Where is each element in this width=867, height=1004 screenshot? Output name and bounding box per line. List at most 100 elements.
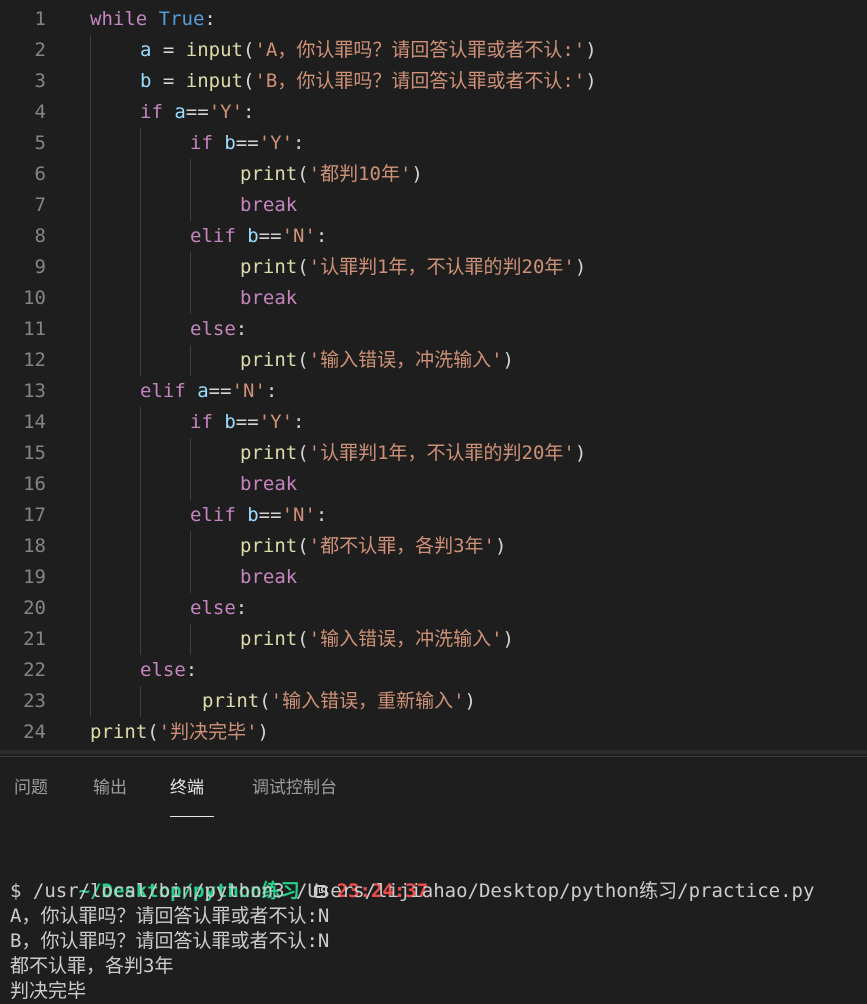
code-content[interactable]: else:	[190, 593, 247, 624]
code-line[interactable]: 10 break	[0, 283, 867, 314]
code-content[interactable]: if b=='Y':	[190, 128, 304, 159]
code-line[interactable]: 3 b = input('B，你认罪吗？请回答认罪或者不认:')	[0, 66, 867, 97]
code-line[interactable]: 15 print('认罪判1年，不认罪的判20年')	[0, 438, 867, 469]
code-line[interactable]: 17 elif b=='N':	[0, 500, 867, 531]
code-content[interactable]: break	[240, 190, 297, 221]
code-content[interactable]: print('判决完毕')	[90, 717, 269, 748]
punctuation-token: (	[297, 442, 309, 464]
punctuation-token: :	[185, 659, 198, 681]
code-line[interactable]: 1 while True:	[0, 4, 867, 35]
line-number: 8	[34, 225, 46, 247]
code-content[interactable]: print('输入错误，重新输入')	[202, 686, 476, 717]
tab-problems[interactable]: 问题	[14, 757, 48, 817]
indent-guide	[140, 686, 141, 717]
code-line[interactable]: 21 print('输入错误，冲洗输入')	[0, 624, 867, 655]
editor-scrollbar[interactable]	[0, 750, 867, 754]
code-content[interactable]: break	[240, 562, 297, 593]
keyword-token: break	[240, 473, 298, 495]
variable-token: b	[224, 411, 236, 433]
code-line[interactable]: 14 if b=='Y':	[0, 407, 867, 438]
tab-debug-console[interactable]: 调试控制台	[252, 757, 337, 817]
tab-output[interactable]: 输出	[93, 757, 127, 817]
code-content[interactable]: else:	[190, 314, 247, 345]
code-content[interactable]: b = input('B，你认罪吗？请回答认罪或者不认:')	[140, 66, 597, 97]
code-content[interactable]: print('认罪判1年，不认罪的判20年')	[240, 252, 586, 283]
line-number: 22	[23, 659, 46, 681]
code-content[interactable]: print('输入错误，冲洗输入')	[240, 345, 514, 376]
code-editor[interactable]: 1 while True: 2 a = input('A，你认罪吗？请回答认罪或者不认…	[0, 0, 867, 750]
variable-token: a	[174, 101, 186, 123]
keyword-token: break	[240, 566, 298, 588]
variable-token: b	[224, 132, 236, 154]
function-token: input	[185, 70, 243, 92]
code-line[interactable]: 2 a = input('A，你认罪吗？请回答认罪或者不认:')	[0, 35, 867, 66]
code-line[interactable]: 11 else:	[0, 314, 867, 345]
code-line[interactable]: 23 print('输入错误，重新输入')	[0, 686, 867, 717]
line-number: 11	[23, 318, 46, 340]
code-content[interactable]: while True:	[90, 4, 216, 35]
code-content[interactable]: elif a=='N':	[140, 376, 277, 407]
terminal-output-line: A，你认罪吗？请回答认罪或者不认:N	[10, 905, 330, 927]
code-content[interactable]: if a=='Y':	[140, 97, 254, 128]
keyword-token: else	[140, 659, 186, 681]
punctuation-token: (	[259, 690, 271, 712]
code-line[interactable]: 20 else:	[0, 593, 867, 624]
code-content[interactable]: print('输入错误，冲洗输入')	[240, 624, 514, 655]
code-line[interactable]: 4 if a=='Y':	[0, 97, 867, 128]
function-token: print	[240, 163, 298, 185]
variable-token: a	[197, 380, 209, 402]
code-line[interactable]: 16 break	[0, 469, 867, 500]
code-line[interactable]: 19 break	[0, 562, 867, 593]
line-number: 19	[23, 566, 46, 588]
line-number: 20	[23, 597, 46, 619]
indent-guide	[190, 531, 191, 593]
punctuation-token: ==	[258, 225, 282, 247]
code-content[interactable]: else:	[140, 655, 197, 686]
code-content[interactable]: elif b=='N':	[190, 500, 327, 531]
punctuation-token: :	[265, 380, 278, 402]
code-content[interactable]: print('认罪判1年，不认罪的判20年')	[240, 438, 586, 469]
terminal-output-line: B，你认罪吗？请回答认罪或者不认:N	[10, 930, 330, 952]
code-content[interactable]: print('都判10年')	[240, 159, 423, 190]
code-line[interactable]: 9 print('认罪判1年，不认罪的判20年')	[0, 252, 867, 283]
code-line[interactable]: 12 print('输入错误，冲洗输入')	[0, 345, 867, 376]
code-line[interactable]: 18 print('都不认罪，各判3年')	[0, 531, 867, 562]
string-token: '都不认罪，各判3年'	[308, 535, 495, 557]
line-number: 9	[34, 256, 46, 278]
string-token: 'A，你认罪吗？请回答认罪或者不认:'	[254, 39, 586, 61]
line-number: 5	[34, 132, 46, 154]
line-number: 13	[23, 380, 46, 402]
line-number: 10	[23, 287, 46, 309]
punctuation-token: :	[293, 411, 305, 433]
terminal-command: $ /usr/local/bin/python3 /Users/lijiahao…	[10, 880, 815, 902]
variable-token: b	[140, 70, 152, 92]
indent-guide	[140, 128, 141, 376]
code-line[interactable]: 6 print('都判10年')	[0, 159, 867, 190]
code-line[interactable]: 24 print('判决完毕')	[0, 717, 867, 748]
code-content[interactable]: a = input('A，你认罪吗？请回答认罪或者不认:')	[140, 35, 597, 66]
code-line[interactable]: 13 elif a=='N':	[0, 376, 867, 407]
punctuation-token: )	[502, 628, 514, 650]
code-line[interactable]: 7 break	[0, 190, 867, 221]
code-line[interactable]: 5 if b=='Y':	[0, 128, 867, 159]
code-content[interactable]: if b=='Y':	[190, 407, 304, 438]
punctuation-token: )	[494, 535, 507, 557]
keyword-token: else	[190, 597, 236, 619]
keyword-token: break	[240, 194, 298, 216]
string-token: 'N'	[231, 380, 266, 402]
punctuation-token: =	[151, 39, 186, 61]
code-content[interactable]: break	[240, 469, 297, 500]
keyword-token: while	[90, 8, 148, 30]
code-line[interactable]: 8 elif b=='N':	[0, 221, 867, 252]
code-line[interactable]: 22 else:	[0, 655, 867, 686]
code-content[interactable]: break	[240, 283, 297, 314]
tab-terminal[interactable]: 终端	[170, 757, 214, 817]
code-content[interactable]: elif b=='N':	[190, 221, 327, 252]
code-content[interactable]: print('都不认罪，各判3年')	[240, 531, 506, 562]
keyword-token: elif	[140, 380, 186, 402]
string-token: '认罪判1年，不认罪的判20年'	[308, 256, 575, 278]
line-number: 12	[23, 349, 46, 371]
line-number: 4	[34, 101, 46, 123]
string-token: '判决完毕'	[158, 721, 258, 743]
string-token: 'Y'	[258, 132, 294, 154]
